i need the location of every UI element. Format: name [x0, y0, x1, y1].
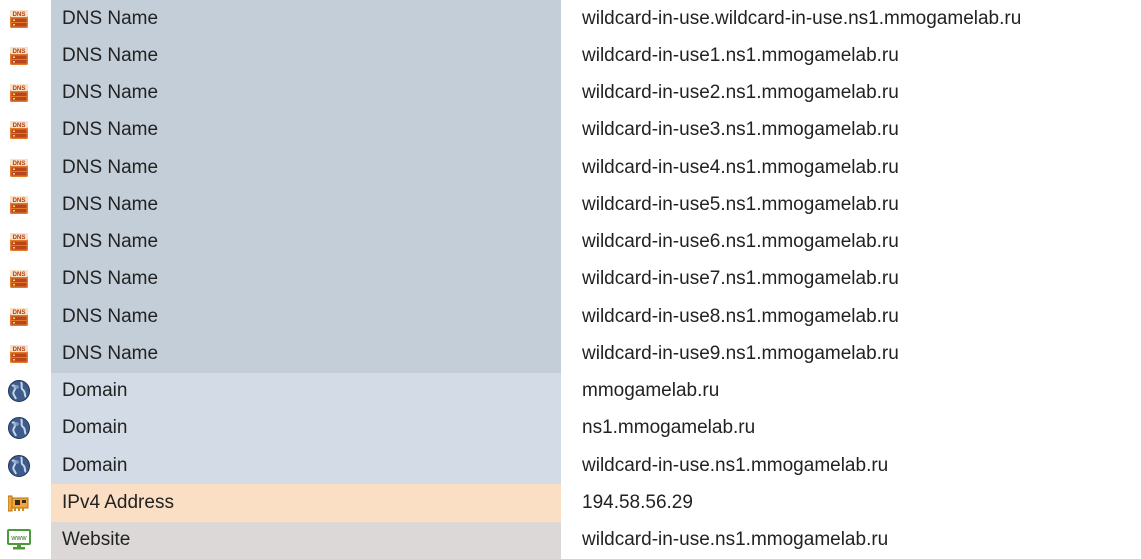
entity-value: wildcard-in-use.ns1.mmogamelab.ru: [582, 454, 889, 476]
list-item[interactable]: DNS DNS Name wildcard-in-use4.ns1.mmogamel…: [0, 149, 1141, 187]
entity-type-label: IPv4 Address: [51, 484, 561, 522]
list-item[interactable]: Domain ns1.mmogamelab.ru: [0, 409, 1141, 447]
entity-type-label: Domain: [51, 372, 561, 410]
entity-value: wildcard-in-use1.ns1.mmogamelab.ru: [582, 44, 899, 66]
svg-text:DNS: DNS: [12, 85, 25, 92]
entity-type-label: DNS Name: [51, 111, 561, 149]
list-item[interactable]: Domain mmogamelab.ru: [0, 372, 1141, 410]
entity-value: wildcard-in-use9.ns1.mmogamelab.ru: [582, 342, 899, 364]
entity-type-label: Website: [51, 521, 561, 559]
entity-type-label: DNS Name: [51, 37, 561, 75]
entity-value: wildcard-in-use5.ns1.mmogamelab.ru: [582, 193, 899, 215]
entity-value: wildcard-in-use2.ns1.mmogamelab.ru: [582, 82, 899, 104]
globe-icon: [0, 447, 38, 484]
entity-value: wildcard-in-use3.ns1.mmogamelab.ru: [582, 119, 899, 141]
entity-type-label: Domain: [51, 409, 561, 447]
dns-server-icon: DNS: [0, 224, 38, 261]
svg-text:DNS: DNS: [12, 346, 25, 353]
list-item[interactable]: DNS DNS Name wildcard-in-use8.ns1.mmogamel…: [0, 298, 1141, 336]
list-item[interactable]: DNS DNS Name wildcard-in-use6.ns1.mmogamel…: [0, 223, 1141, 261]
dns-server-icon: DNS: [0, 298, 38, 335]
globe-icon: [0, 410, 38, 447]
svg-text:DNS: DNS: [12, 197, 25, 204]
entity-value: 194.58.56.29: [582, 491, 693, 513]
dns-server-icon: DNS: [0, 37, 38, 74]
dns-server-icon: DNS: [0, 335, 38, 372]
entity-type-label: DNS Name: [51, 0, 561, 38]
website-monitor-icon: www: [0, 522, 38, 559]
entity-type-label: DNS Name: [51, 298, 561, 336]
dns-server-icon: DNS: [0, 0, 38, 37]
svg-text:www: www: [10, 535, 27, 542]
list-item[interactable]: DNS DNS Name wildcard-in-use3.ns1.mmogamel…: [0, 111, 1141, 149]
entity-type-label: DNS Name: [51, 186, 561, 224]
svg-text:DNS: DNS: [12, 11, 25, 18]
entity-list: DNS DNS Name wildcard-in-use.wildcard-in-u…: [0, 0, 1141, 559]
dns-server-icon: DNS: [0, 149, 38, 186]
entity-value: ns1.mmogamelab.ru: [582, 417, 756, 439]
list-item[interactable]: Domain wildcard-in-use.ns1.mmogamelab.ru: [0, 447, 1141, 485]
dns-server-icon: DNS: [0, 75, 38, 112]
svg-text:DNS: DNS: [12, 234, 25, 241]
list-item[interactable]: DNS DNS Name wildcard-in-use7.ns1.mmogamel…: [0, 260, 1141, 298]
list-item[interactable]: IPv4 Address 194.58.56.29: [0, 484, 1141, 522]
list-item[interactable]: DNS DNS Name wildcard-in-use5.ns1.mmogamel…: [0, 186, 1141, 224]
list-item[interactable]: DNS DNS Name wildcard-in-use9.ns1.mmogamel…: [0, 335, 1141, 373]
svg-text:DNS: DNS: [12, 271, 25, 278]
svg-text:DNS: DNS: [12, 160, 25, 167]
dns-server-icon: DNS: [0, 186, 38, 223]
entity-type-label: DNS Name: [51, 149, 561, 187]
entity-value: wildcard-in-use6.ns1.mmogamelab.ru: [582, 231, 899, 253]
entity-type-label: DNS Name: [51, 223, 561, 261]
list-item[interactable]: DNS DNS Name wildcard-in-use2.ns1.mmogamel…: [0, 74, 1141, 112]
entity-value: wildcard-in-use8.ns1.mmogamelab.ru: [582, 305, 899, 327]
dns-server-icon: DNS: [0, 261, 38, 298]
entity-type-label: DNS Name: [51, 335, 561, 373]
globe-icon: [0, 373, 38, 410]
list-item[interactable]: DNS DNS Name wildcard-in-use1.ns1.mmogamel…: [0, 37, 1141, 75]
entity-value: wildcard-in-use.wildcard-in-use.ns1.mmog…: [582, 7, 1022, 29]
svg-text:DNS: DNS: [12, 122, 25, 129]
entity-type-label: Domain: [51, 447, 561, 485]
entity-value: wildcard-in-use7.ns1.mmogamelab.ru: [582, 268, 899, 290]
list-item[interactable]: DNS DNS Name wildcard-in-use.wildcard-in-u…: [0, 0, 1141, 38]
entity-type-label: DNS Name: [51, 260, 561, 298]
svg-text:DNS: DNS: [12, 309, 25, 316]
entity-value: wildcard-in-use4.ns1.mmogamelab.ru: [582, 156, 899, 178]
network-card-icon: [0, 484, 38, 521]
entity-value: mmogamelab.ru: [582, 380, 720, 402]
svg-text:DNS: DNS: [12, 48, 25, 55]
dns-server-icon: DNS: [0, 112, 38, 149]
entity-value: wildcard-in-use.ns1.mmogamelab.ru: [582, 529, 889, 551]
list-item[interactable]: www Website wildcard-in-use.ns1.mmogamelab…: [0, 521, 1141, 559]
entity-type-label: DNS Name: [51, 74, 561, 112]
